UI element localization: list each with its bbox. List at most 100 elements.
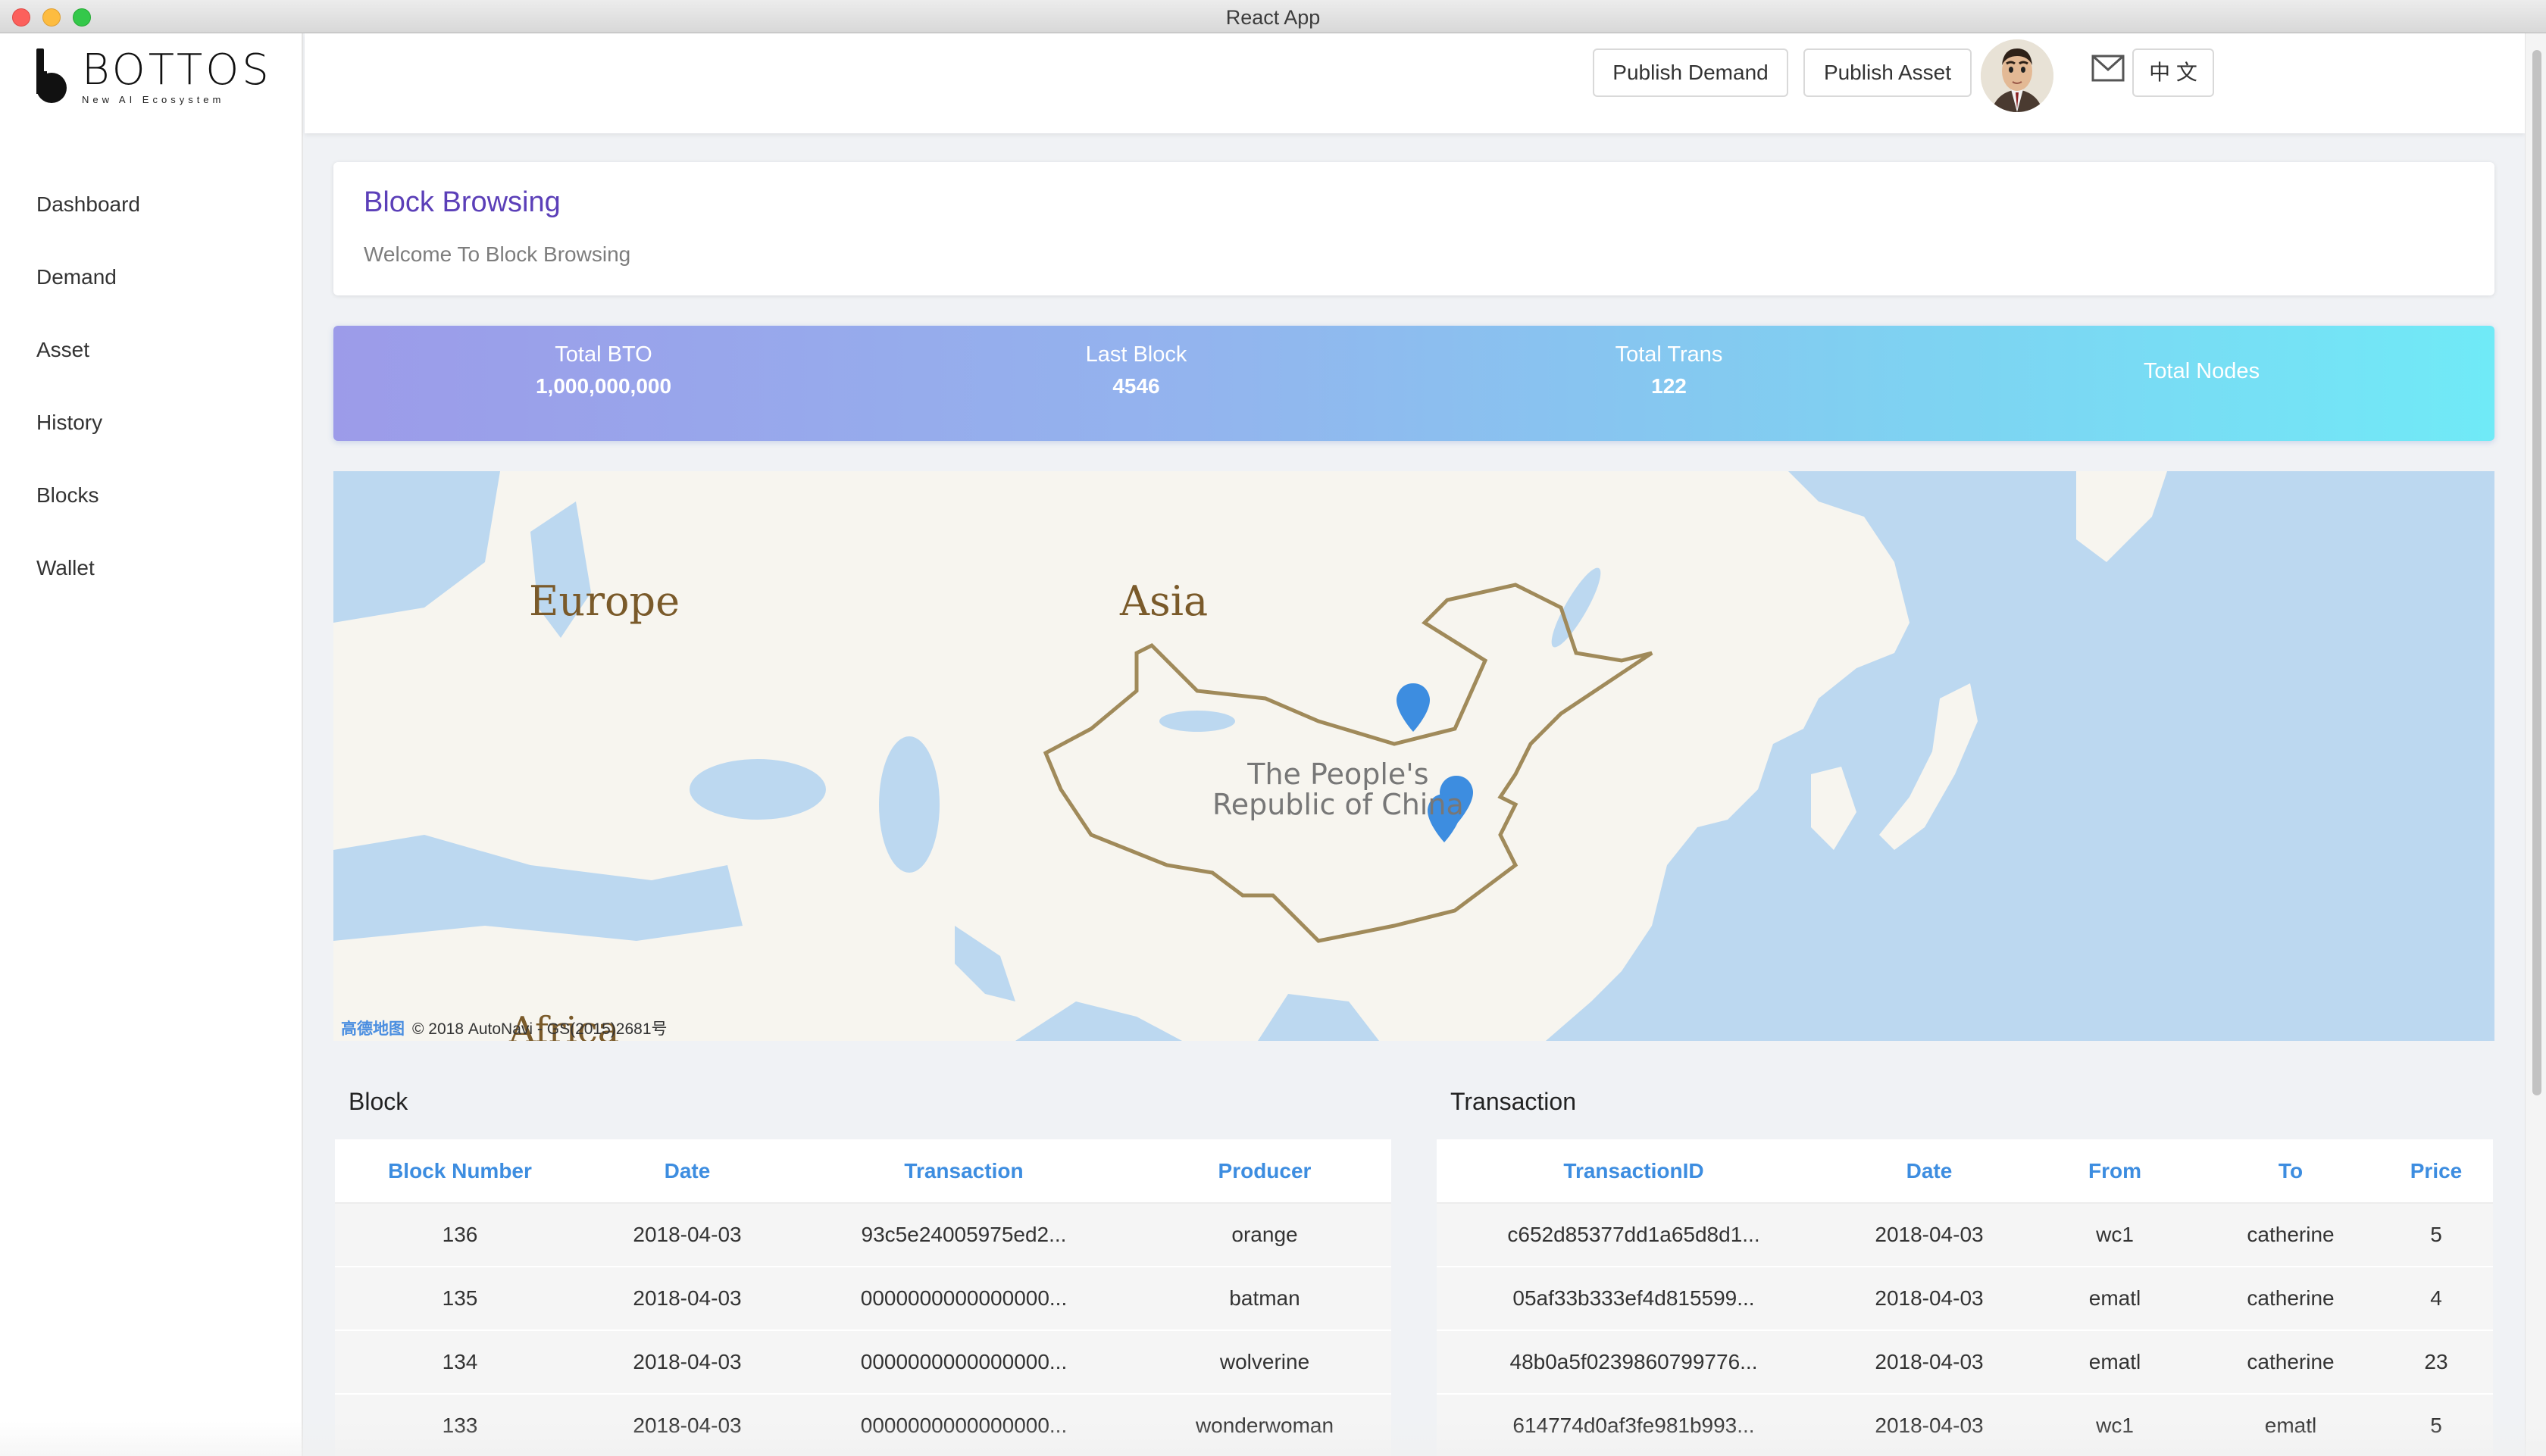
- from-cell: ematl: [2028, 1267, 2202, 1331]
- block-number-cell: 133: [335, 1394, 585, 1456]
- table-row[interactable]: 135 2018-04-03 0000000000000000... batma…: [335, 1267, 1391, 1331]
- from-cell: wc1: [2028, 1394, 2202, 1456]
- transaction-cell[interactable]: 93c5e24005975ed2...: [790, 1203, 1138, 1267]
- block-section-title: Block: [349, 1088, 408, 1115]
- language-switch-button[interactable]: 中 文: [2132, 48, 2214, 97]
- column-header-transaction-id[interactable]: TransactionID: [1437, 1139, 1831, 1204]
- transaction-id-cell[interactable]: 614774d0af3fe981b993...: [1437, 1394, 1831, 1456]
- map-credit-text: © 2018 AutoNavi - GS(2015)2681号: [412, 1020, 668, 1038]
- node-map[interactable]: Europe Asia Africa The People's Republic…: [333, 471, 2494, 1041]
- map-land-japan: [1879, 683, 1978, 850]
- sidebar-item-wallet[interactable]: Wallet: [0, 532, 303, 605]
- map-label-asia: Asia: [1120, 577, 1209, 625]
- stat-label: Last Block: [1085, 342, 1187, 367]
- transaction-id-cell[interactable]: 48b0a5f0239860799776...: [1437, 1330, 1831, 1395]
- publish-asset-button[interactable]: Publish Asset: [1803, 48, 1972, 97]
- sidebar-nav: Dashboard Demand Asset History Blocks Wa…: [0, 168, 303, 605]
- date-cell: 2018-04-03: [585, 1203, 790, 1267]
- column-header-transaction[interactable]: Transaction: [790, 1139, 1138, 1204]
- block-table: Block Number Date Transaction Producer 1…: [335, 1139, 1391, 1456]
- transaction-section-title: Transaction: [1450, 1088, 1576, 1115]
- sidebar-item-demand[interactable]: Demand: [0, 241, 303, 314]
- transaction-cell[interactable]: 0000000000000000...: [790, 1267, 1138, 1331]
- avatar[interactable]: [1981, 39, 2053, 112]
- scrollbar-thumb[interactable]: [2532, 50, 2541, 1095]
- date-cell: 2018-04-03: [585, 1330, 790, 1395]
- table-header-row: TransactionID Date From To Price: [1437, 1139, 2493, 1204]
- stat-label: Total BTO: [555, 342, 652, 367]
- producer-cell: wolverine: [1138, 1330, 1391, 1395]
- stat-total-nodes: Total Nodes: [1931, 326, 2472, 441]
- map-water-lake-balkhash: [1159, 711, 1235, 732]
- mail-icon[interactable]: [2091, 55, 2125, 82]
- map-land-korea: [1811, 767, 1856, 850]
- logo-brand: BOTTOS: [82, 45, 272, 95]
- sidebar-item-dashboard[interactable]: Dashboard: [0, 168, 303, 241]
- transaction-cell[interactable]: 0000000000000000...: [790, 1394, 1138, 1456]
- stat-total-trans: Total Trans 122: [1399, 326, 1939, 441]
- stat-value: 122: [1651, 374, 1687, 398]
- column-header-date[interactable]: Date: [1831, 1139, 2028, 1204]
- map-land-kamchatka: [2076, 471, 2167, 562]
- to-cell: ematl: [2202, 1394, 2379, 1456]
- table-row[interactable]: 133 2018-04-03 0000000000000000... wonde…: [335, 1394, 1391, 1456]
- sidebar-item-asset[interactable]: Asset: [0, 314, 303, 386]
- stat-value: 1,000,000,000: [535, 374, 672, 398]
- column-header-price[interactable]: Price: [2379, 1139, 2493, 1204]
- column-header-date[interactable]: Date: [585, 1139, 790, 1204]
- table-row[interactable]: 05af33b333ef4d815599... 2018-04-03 ematl…: [1437, 1267, 2493, 1331]
- page-title: Block Browsing: [364, 186, 561, 218]
- producer-cell: wonderwoman: [1138, 1394, 1391, 1456]
- column-header-to[interactable]: To: [2202, 1139, 2379, 1204]
- logo-tagline: New AI Ecosystem: [82, 94, 225, 105]
- producer-cell: orange: [1138, 1203, 1391, 1267]
- window-titlebar: React App: [0, 0, 2546, 33]
- map-water-caspian-sea: [879, 736, 940, 873]
- avatar-portrait-icon: [1981, 39, 2053, 112]
- table-row[interactable]: 48b0a5f0239860799776... 2018-04-03 ematl…: [1437, 1330, 2493, 1395]
- map-label-china-line1: The People's: [1247, 758, 1429, 791]
- transaction-table: TransactionID Date From To Price c652d85…: [1437, 1139, 2493, 1456]
- transaction-id-cell[interactable]: c652d85377dd1a65d8d1...: [1437, 1203, 1831, 1267]
- to-cell: catherine: [2202, 1330, 2379, 1395]
- map-credit: 高德地图 © 2018 AutoNavi - GS(2015)2681号: [341, 1017, 668, 1039]
- to-cell: catherine: [2202, 1267, 2379, 1331]
- map-label-china: The People's Republic of China: [1212, 759, 1464, 820]
- to-cell: catherine: [2202, 1203, 2379, 1267]
- date-cell: 2018-04-03: [1831, 1394, 2028, 1456]
- block-number-cell: 135: [335, 1267, 585, 1331]
- map-water-yellow-sea: [1758, 774, 1811, 865]
- sidebar-item-history[interactable]: History: [0, 386, 303, 459]
- date-cell: 2018-04-03: [585, 1267, 790, 1331]
- table-row[interactable]: 136 2018-04-03 93c5e24005975ed2... orang…: [335, 1203, 1391, 1267]
- transaction-id-cell[interactable]: 05af33b333ef4d815599...: [1437, 1267, 1831, 1331]
- date-cell: 2018-04-03: [1831, 1330, 2028, 1395]
- from-cell: ematl: [2028, 1330, 2202, 1395]
- logo[interactable]: BOTTOS New AI Ecosystem: [35, 41, 277, 109]
- sidebar-item-blocks[interactable]: Blocks: [0, 459, 303, 532]
- stat-value: 4546: [1112, 374, 1160, 398]
- map-label-europe: Europe: [529, 577, 680, 625]
- producer-cell: batman: [1138, 1267, 1391, 1331]
- column-header-block-number[interactable]: Block Number: [335, 1139, 585, 1204]
- window-title: React App: [1225, 6, 1321, 29]
- table-row[interactable]: 134 2018-04-03 0000000000000000... wolve…: [335, 1330, 1391, 1395]
- stat-label: Total Nodes: [2143, 359, 2260, 383]
- table-header-row: Block Number Date Transaction Producer: [335, 1139, 1391, 1204]
- price-cell: 23: [2379, 1330, 2493, 1395]
- page-header-card: Block Browsing Welcome To Block Browsing: [333, 162, 2494, 295]
- table-row[interactable]: c652d85377dd1a65d8d1... 2018-04-03 wc1 c…: [1437, 1203, 2493, 1267]
- top-header: Publish Demand Publish Asset 中 文: [305, 33, 2525, 133]
- from-cell: wc1: [2028, 1203, 2202, 1267]
- page-subtitle: Welcome To Block Browsing: [364, 242, 631, 266]
- price-cell: 4: [2379, 1267, 2493, 1331]
- column-header-producer[interactable]: Producer: [1138, 1139, 1391, 1204]
- transaction-cell[interactable]: 0000000000000000...: [790, 1330, 1138, 1395]
- publish-demand-button[interactable]: Publish Demand: [1593, 48, 1788, 97]
- table-row[interactable]: 614774d0af3fe981b993... 2018-04-03 wc1 e…: [1437, 1394, 2493, 1456]
- price-cell: 5: [2379, 1203, 2493, 1267]
- sidebar: BOTTOS New AI Ecosystem Dashboard Demand…: [0, 33, 303, 1456]
- map-credit-brand[interactable]: 高德地图: [341, 1020, 405, 1038]
- stat-last-block: Last Block 4546: [866, 326, 1406, 441]
- column-header-from[interactable]: From: [2028, 1139, 2202, 1204]
